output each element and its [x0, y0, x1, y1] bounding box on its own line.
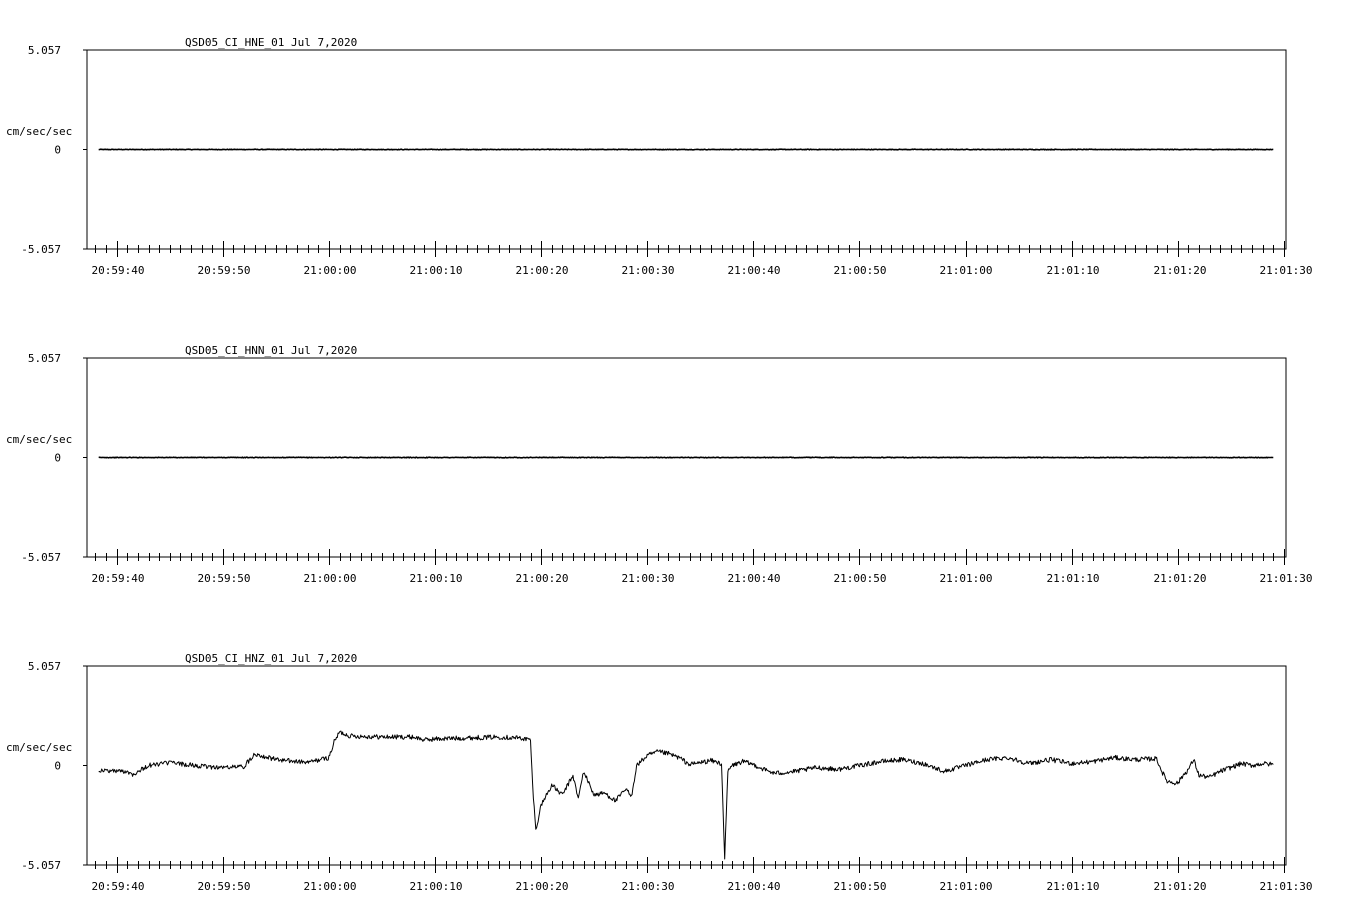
y-tick-label: 5.057 [28, 44, 61, 57]
y-tick-label: -5.057 [21, 859, 61, 872]
x-tick-label: 21:01:20 [1154, 880, 1207, 893]
x-tick-label: 21:00:10 [410, 264, 463, 277]
x-tick-label: 21:01:00 [940, 880, 993, 893]
x-tick-label: 21:01:20 [1154, 264, 1207, 277]
x-tick-label: 21:00:30 [622, 880, 675, 893]
y-axis-label: cm/sec/sec [6, 741, 72, 754]
plot-frame [87, 666, 1286, 865]
x-tick-label: 20:59:50 [198, 880, 251, 893]
trace-panel-hnz: QSD05_CI_HNZ_01 Jul 7,2020 5.057 0 -5.057 cm… [6, 652, 1312, 893]
x-tick-label: 21:00:40 [728, 880, 781, 893]
y-tick-label: 0 [54, 452, 61, 465]
y-tick-label: 0 [54, 144, 61, 157]
x-tick-label: 21:00:10 [410, 572, 463, 585]
x-tick-label: 21:00:50 [834, 880, 887, 893]
y-axis-label: cm/sec/sec [6, 433, 72, 446]
trace-panel-hnn: QSD05_CI_HNN_01 Jul 7,2020 5.057 0 -5.057 cm… [6, 344, 1312, 585]
y-tick-label: 5.057 [28, 660, 61, 673]
x-tick-label: 20:59:40 [92, 880, 145, 893]
x-tick-label: 21:01:20 [1154, 572, 1207, 585]
y-tick-label: -5.057 [21, 243, 61, 256]
trace-panel-hne: QSD05_CI_HNE_01 Jul 7,2020 5.057 0 -5.057 cm… [6, 36, 1312, 277]
x-tick-label: 21:01:00 [940, 572, 993, 585]
x-tick-label: 21:00:30 [622, 264, 675, 277]
x-tick-label: 21:00:10 [410, 880, 463, 893]
x-tick-label: 21:01:30 [1260, 572, 1313, 585]
x-tick-label: 20:59:50 [198, 264, 251, 277]
y-tick-label: 0 [54, 760, 61, 773]
x-tick-label: 21:00:30 [622, 572, 675, 585]
x-tick-label: 21:01:30 [1260, 880, 1313, 893]
x-tick-label: 20:59:50 [198, 572, 251, 585]
x-tick-label: 20:59:40 [92, 264, 145, 277]
seismogram-figure: QSD05_CI_HNE_01 Jul 7,2020 5.057 0 -5.057 cm… [0, 0, 1358, 924]
x-tick-label: 21:01:10 [1047, 880, 1100, 893]
y-axis-label: cm/sec/sec [6, 125, 72, 138]
x-tick-label: 21:00:20 [516, 880, 569, 893]
x-tick-label: 21:01:10 [1047, 572, 1100, 585]
waveform-trace [99, 457, 1274, 458]
trace-title: QSD05_CI_HNN_01 Jul 7,2020 [185, 344, 357, 357]
x-tick-label: 21:00:50 [834, 572, 887, 585]
waveform-trace [99, 149, 1274, 150]
x-tick-label: 21:01:10 [1047, 264, 1100, 277]
x-tick-label: 21:01:30 [1260, 264, 1313, 277]
x-tick-label: 21:00:20 [516, 264, 569, 277]
y-tick-label: -5.057 [21, 551, 61, 564]
x-tick-label: 21:01:00 [940, 264, 993, 277]
x-tick-label: 21:00:00 [304, 264, 357, 277]
x-tick-label: 21:00:40 [728, 264, 781, 277]
trace-title: QSD05_CI_HNE_01 Jul 7,2020 [185, 36, 357, 49]
x-tick-label: 21:00:20 [516, 572, 569, 585]
y-tick-label: 5.057 [28, 352, 61, 365]
x-tick-label: 20:59:40 [92, 572, 145, 585]
x-tick-label: 21:00:00 [304, 572, 357, 585]
x-tick-label: 21:00:40 [728, 572, 781, 585]
waveform-trace [99, 731, 1274, 859]
trace-title: QSD05_CI_HNZ_01 Jul 7,2020 [185, 652, 357, 665]
x-tick-label: 21:00:50 [834, 264, 887, 277]
x-tick-label: 21:00:00 [304, 880, 357, 893]
